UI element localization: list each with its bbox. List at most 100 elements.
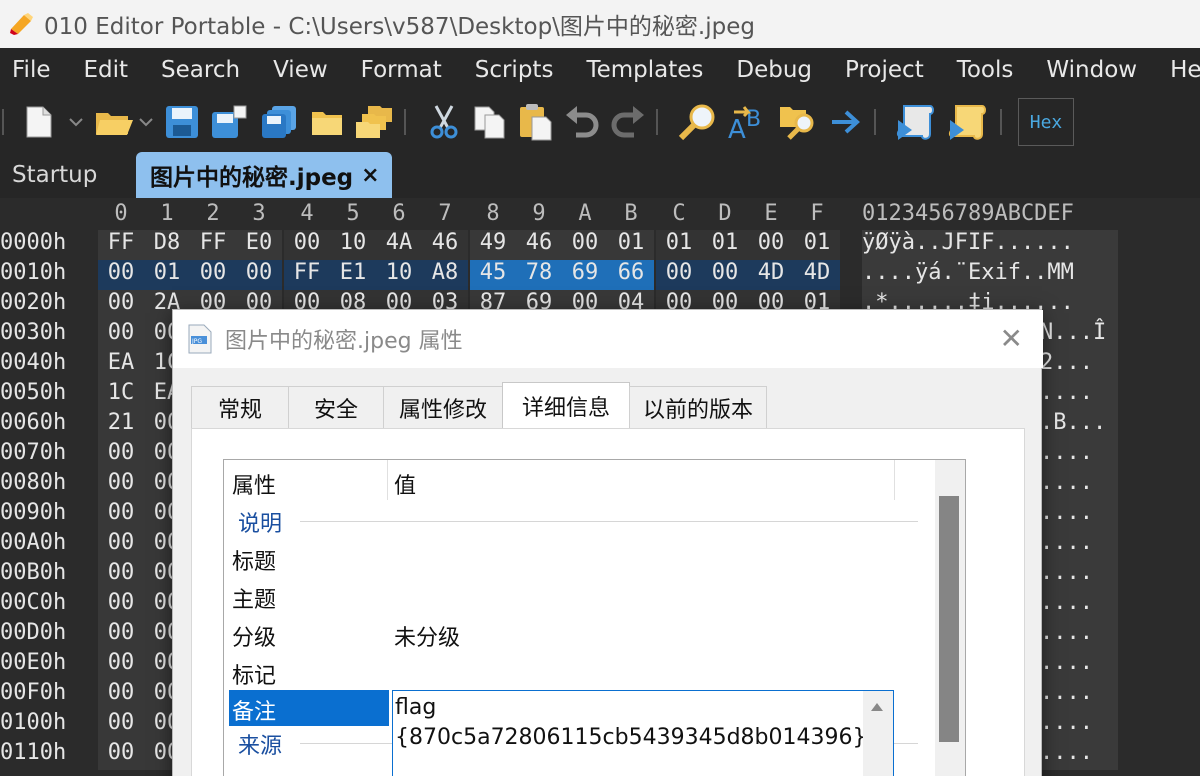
hex-byte[interactable]: 10 — [376, 260, 422, 285]
hex-byte[interactable]: 4A — [376, 230, 422, 255]
tab-details[interactable]: 详细信息 — [502, 382, 630, 428]
paste-icon[interactable] — [518, 103, 554, 141]
ascii-text[interactable]: N...Î — [1040, 320, 1106, 345]
column-divider[interactable] — [387, 460, 388, 500]
comments-edit-field[interactable]: flag {870c5a72806115cb5439345d8b014396} — [392, 690, 894, 776]
menu-project[interactable]: Project — [845, 57, 924, 83]
property-row-subject[interactable]: 主题 — [224, 578, 924, 614]
hex-row[interactable]: 0010h 00 01 00 00 FF E1 10 A8 45 78 69 66 00 00 4D 4D...… — [0, 260, 1200, 290]
hex-byte[interactable]: 66 — [608, 260, 654, 285]
ascii-text[interactable]: .... — [1040, 620, 1093, 645]
workspace-icon[interactable] — [354, 104, 394, 140]
menu-search[interactable]: Search — [161, 57, 240, 83]
hex-byte[interactable]: 10 — [330, 230, 376, 255]
hex-byte[interactable]: 01 — [794, 230, 840, 255]
hex-byte[interactable]: 49 — [470, 230, 516, 255]
hex-byte[interactable]: 46 — [422, 230, 468, 255]
hex-byte[interactable]: E0 — [236, 230, 282, 255]
hex-byte[interactable]: 00 — [98, 290, 144, 315]
hex-byte[interactable]: FF — [98, 230, 144, 255]
hex-byte[interactable]: FF — [284, 260, 330, 285]
tab-general[interactable]: 常规 — [191, 386, 289, 428]
menu-tools[interactable]: Tools — [957, 57, 1014, 83]
hex-mode-button[interactable]: Hex — [1018, 98, 1074, 146]
menu-templates[interactable]: Templates — [586, 57, 703, 83]
ascii-text[interactable]: 2... — [1040, 350, 1093, 375]
redo-icon[interactable] — [610, 105, 646, 139]
copy-icon[interactable] — [472, 104, 508, 140]
hex-byte[interactable]: FF — [190, 230, 236, 255]
ascii-text[interactable]: .... — [1040, 680, 1093, 705]
ascii-text[interactable]: .... — [1040, 470, 1093, 495]
hex-byte[interactable]: 00 — [98, 500, 144, 525]
hex-byte[interactable]: 00 — [702, 260, 748, 285]
column-header-value[interactable]: 值 — [394, 468, 416, 500]
property-row-tags[interactable]: 标记 — [224, 654, 924, 690]
run-script-icon[interactable] — [896, 102, 938, 142]
hex-byte[interactable]: 00 — [98, 590, 144, 615]
hex-byte[interactable]: 4D — [794, 260, 840, 285]
hex-byte[interactable]: 00 — [98, 470, 144, 495]
menu-help[interactable]: Help — [1170, 57, 1200, 83]
ascii-text[interactable]: ÿØÿà..JFIF...... — [862, 230, 1074, 255]
ascii-text[interactable]: .... — [1040, 440, 1093, 465]
tab-startup[interactable]: Startup — [12, 152, 97, 198]
property-list[interactable]: 属性 值 说明 标题 主题 分级 未分级 标记 备注 来源 flag {870c… — [223, 459, 966, 776]
replace-icon[interactable]: AB — [728, 102, 768, 142]
ascii-text[interactable]: .... — [1040, 560, 1093, 585]
property-row-rating[interactable]: 分级 未分级 — [224, 616, 924, 652]
tab-property-modify[interactable]: 属性修改 — [383, 386, 503, 428]
dialog-close-icon[interactable]: ✕ — [1000, 322, 1023, 355]
hex-byte[interactable]: E1 — [330, 260, 376, 285]
ascii-text[interactable]: .... — [1040, 650, 1093, 675]
hex-byte[interactable]: 00 — [284, 230, 330, 255]
hex-byte[interactable]: 00 — [236, 260, 282, 285]
folder-icon[interactable] — [310, 107, 344, 137]
hex-byte[interactable]: 4D — [748, 260, 794, 285]
menu-file[interactable]: File — [12, 57, 51, 83]
ascii-text[interactable]: .... — [1040, 590, 1093, 615]
save-all-icon[interactable] — [260, 104, 300, 140]
menu-edit[interactable]: Edit — [84, 57, 129, 83]
hex-byte[interactable]: 00 — [98, 560, 144, 585]
property-list-scrollbar[interactable] — [935, 460, 965, 776]
hex-byte[interactable]: 45 — [470, 260, 516, 285]
find-icon[interactable] — [678, 103, 718, 141]
save-as-icon[interactable] — [210, 104, 250, 140]
ascii-text[interactable]: .... — [1040, 500, 1093, 525]
hex-byte[interactable]: 00 — [98, 260, 144, 285]
edit-scrollbar[interactable] — [863, 691, 893, 776]
ascii-text[interactable]: .... — [1040, 380, 1093, 405]
tab-previous-versions[interactable]: 以前的版本 — [629, 386, 767, 428]
scrollbar-thumb[interactable] — [939, 496, 959, 742]
menu-window[interactable]: Window — [1046, 57, 1137, 83]
hex-byte[interactable]: 46 — [516, 230, 562, 255]
ascii-text[interactable]: .... — [1040, 710, 1093, 735]
hex-byte[interactable]: 00 — [562, 230, 608, 255]
hex-byte[interactable]: A8 — [422, 260, 468, 285]
hex-byte[interactable]: 00 — [656, 260, 702, 285]
comments-value[interactable]: flag {870c5a72806115cb5439345d8b014396} — [395, 693, 867, 753]
hex-byte[interactable]: 00 — [98, 740, 144, 765]
hex-byte[interactable]: D8 — [144, 230, 190, 255]
run-template-icon[interactable] — [948, 102, 990, 142]
hex-byte[interactable]: 21 — [98, 410, 144, 435]
hex-byte[interactable]: 01 — [656, 230, 702, 255]
menu-view[interactable]: View — [273, 57, 328, 83]
save-icon[interactable] — [164, 104, 200, 140]
menu-format[interactable]: Format — [361, 57, 442, 83]
hex-byte[interactable]: 00 — [98, 440, 144, 465]
hex-byte[interactable]: 00 — [190, 260, 236, 285]
hex-byte[interactable]: 00 — [98, 650, 144, 675]
tab-active-file[interactable]: 图片中的秘密.jpeg × — [136, 152, 392, 198]
undo-icon[interactable] — [564, 105, 600, 139]
column-header-property[interactable]: 属性 — [232, 468, 276, 500]
ascii-text[interactable]: .... — [1040, 530, 1093, 555]
hex-byte[interactable]: 00 — [98, 530, 144, 555]
hex-byte[interactable]: 1C — [98, 380, 144, 405]
hex-byte[interactable]: 00 — [98, 320, 144, 345]
hex-byte[interactable]: 01 — [144, 260, 190, 285]
open-folder-icon[interactable] — [94, 107, 154, 137]
hex-byte[interactable]: EA — [98, 350, 144, 375]
hex-row[interactable]: 0000h FF D8 FF E0 00 10 4A 46 49 46 00 01 01 01 00 01 ÿØÿ… — [0, 230, 1200, 260]
